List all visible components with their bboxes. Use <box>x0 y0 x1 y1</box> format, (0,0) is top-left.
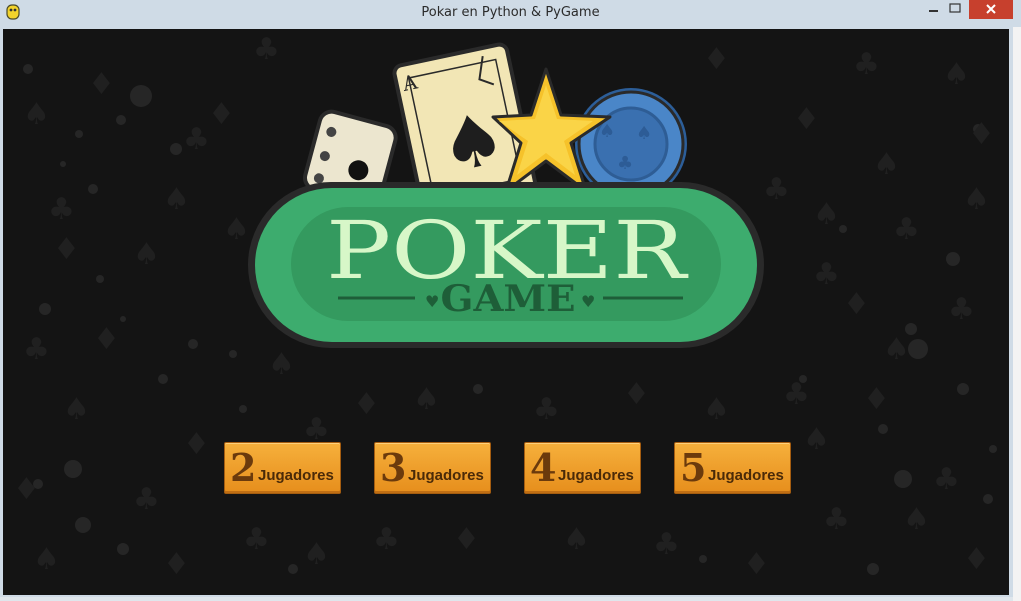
logo-subtitle: GAME <box>441 278 576 320</box>
button-number: 4 <box>530 445 557 490</box>
button-number: 5 <box>680 445 707 490</box>
svg-text:♠: ♠ <box>636 123 652 144</box>
four-players-button[interactable]: 4 Jugadores <box>524 442 641 494</box>
window-title: Pokar en Python & PyGame <box>421 5 600 20</box>
button-label: Jugadores <box>708 467 784 484</box>
background-window-edge <box>1013 27 1021 601</box>
close-button[interactable] <box>969 0 1013 19</box>
poker-game-logo: A ♠ ♠ ♠ ♣ ♥ ♥ POKER GAME <box>248 42 764 348</box>
five-players-button[interactable]: 5 Jugadores <box>674 442 791 494</box>
button-number: 3 <box>380 445 407 490</box>
button-number: 2 <box>230 445 257 490</box>
button-label: Jugadores <box>408 467 484 484</box>
game-canvas: ♠ ♦ ♣ ♠ ♦ ♠ ♣ ♠ ♦ ♣ ♦ ♠ ♦ ♣ ♠ ♣ ♦ ♠ ♣ ♠ ♦ ♣ ♠ ♦ ♣ ♠ ♦ ♣ ♠ ♣ ♦ ♠ … <box>3 29 1009 595</box>
two-players-button[interactable]: 2 Jugadores <box>224 442 341 494</box>
three-players-button[interactable]: 3 Jugadores <box>374 442 491 494</box>
svg-text:♣: ♣ <box>617 153 633 174</box>
window-titlebar: Pokar en Python & PyGame <box>0 0 1021 27</box>
button-label: Jugadores <box>258 467 334 484</box>
button-label: Jugadores <box>558 467 634 484</box>
maximize-button[interactable] <box>944 0 966 20</box>
